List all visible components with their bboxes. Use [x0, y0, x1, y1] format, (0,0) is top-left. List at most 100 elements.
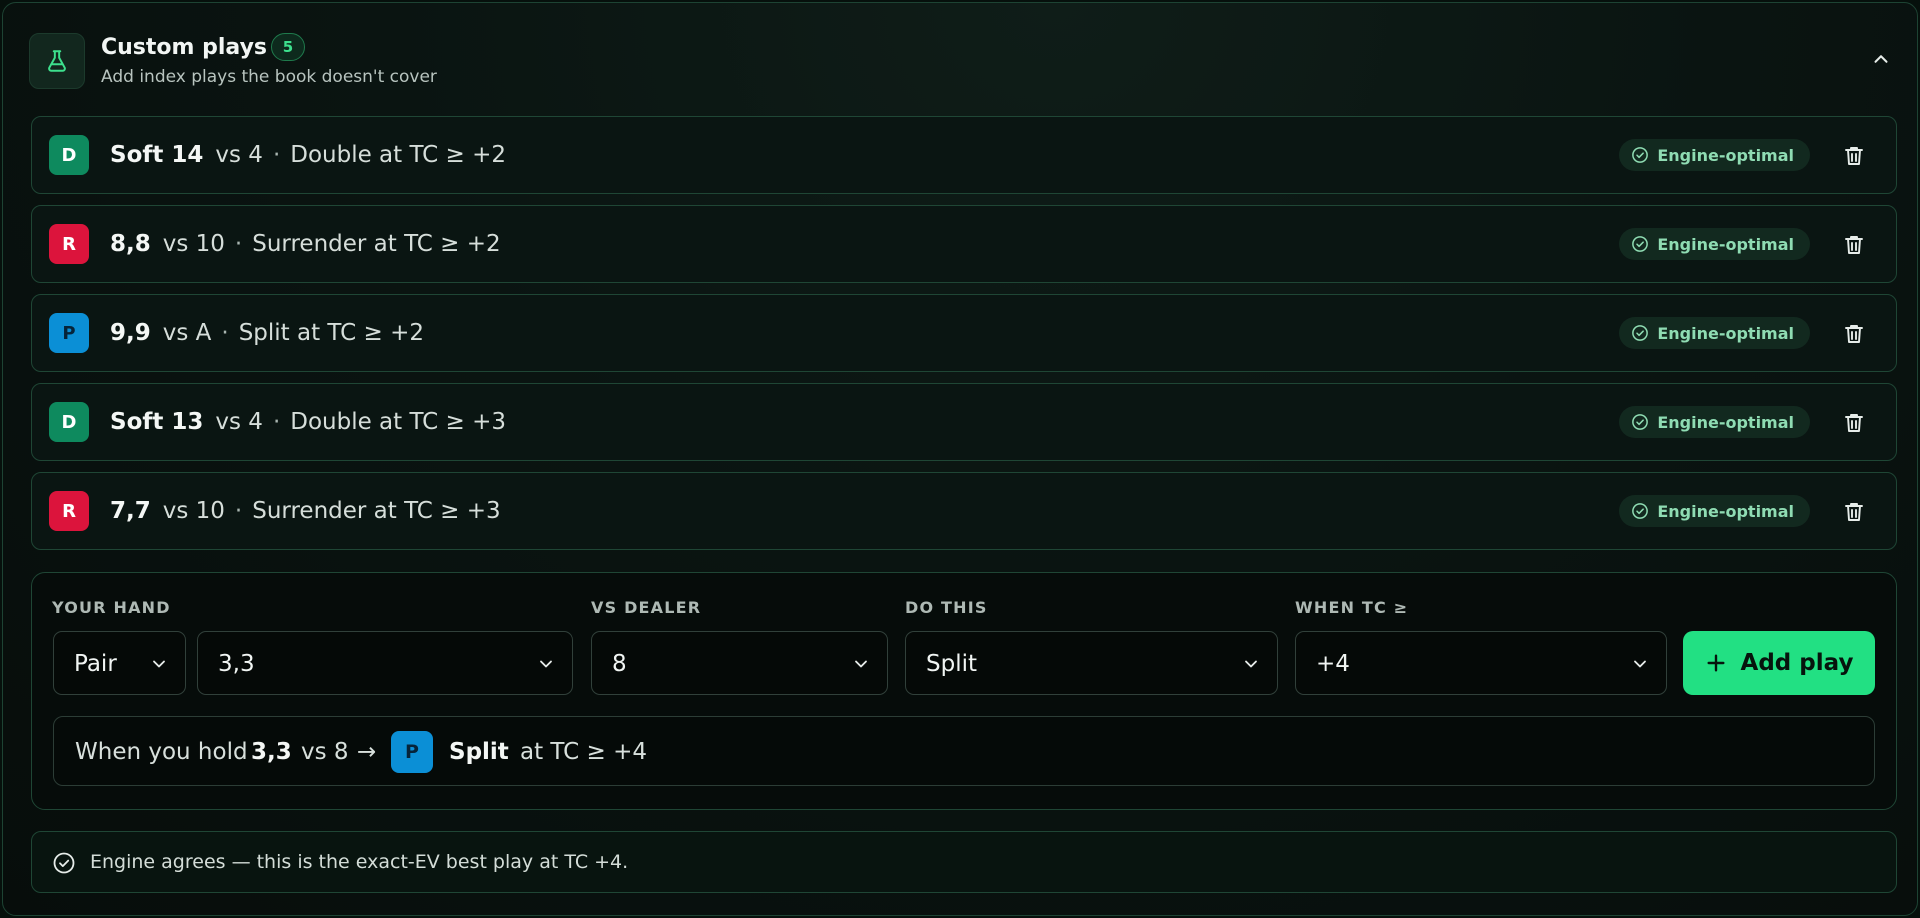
preview-prefix: When you hold [75, 739, 248, 765]
add-play-label: Add play [1740, 650, 1854, 676]
play-row: R 7,7 vs 10 · Surrender at TC ≥ +3 Engine-opt… [31, 472, 1897, 550]
play-rule: Double at TC ≥ +2 [290, 142, 507, 168]
play-preview: When you hold 3,3 vs 8 → P Split at TC ≥… [53, 716, 1875, 786]
preview-action: Split [449, 739, 509, 765]
play-rule: Split at TC ≥ +2 [238, 320, 424, 346]
play-description: 9,9 vs A · Split at TC ≥ +2 [110, 320, 424, 346]
action-badge-split: P [49, 313, 89, 353]
action-badge-double: D [49, 135, 89, 175]
play-vs-dealer: vs 10 [162, 231, 225, 257]
tc-select[interactable]: +4 [1295, 631, 1667, 695]
play-description: 7,7 vs 10 · Surrender at TC ≥ +3 [110, 498, 501, 524]
trash-icon [1845, 325, 1863, 343]
panel-subtitle: Add index plays the book doesn't cover [101, 67, 437, 87]
play-vs-dealer: vs 4 [215, 142, 263, 168]
plus-icon [1707, 654, 1725, 672]
add-play-form: YOUR HAND VS DEALER DO THIS WHEN TC ≥ Pa… [31, 572, 1897, 810]
engine-optimal-label: Engine-optimal [1657, 323, 1794, 343]
tc-value: +4 [1316, 651, 1350, 677]
check-circle-icon [1632, 325, 1649, 341]
engine-optimal-badge: Engine-optimal [1619, 406, 1810, 438]
trash-icon [1845, 236, 1863, 254]
chevron-down-icon [540, 660, 552, 668]
play-description: Soft 13 vs 4 · Double at TC ≥ +3 [110, 409, 506, 435]
play-rule: Surrender at TC ≥ +3 [252, 498, 501, 524]
play-description: 8,8 vs 10 · Surrender at TC ≥ +2 [110, 231, 501, 257]
play-hand: Soft 14 [110, 142, 204, 168]
chevron-down-icon [153, 660, 165, 668]
engine-optimal-badge: Engine-optimal [1619, 495, 1810, 527]
panel-title: Custom plays [101, 35, 268, 60]
engine-optimal-label: Engine-optimal [1657, 234, 1794, 254]
play-row: D Soft 13 vs 4 · Double at TC ≥ +3 Engine-opt… [31, 383, 1897, 461]
play-vs-dealer: vs 4 [215, 409, 263, 435]
hand-value-select[interactable]: 3,3 [197, 631, 573, 695]
play-vs-dealer: vs 10 [162, 498, 225, 524]
do-this-label: DO THIS [905, 598, 988, 617]
engine-optimal-badge: Engine-optimal [1619, 228, 1810, 260]
play-vs-dealer: vs A [162, 320, 212, 346]
action-badge-surrender: R [49, 491, 89, 531]
separator-dot: · [234, 231, 243, 257]
delete-play-button[interactable] [1840, 231, 1868, 259]
check-circle-icon [1632, 414, 1649, 430]
collapse-button[interactable] [1867, 45, 1895, 73]
hand-type-select[interactable]: Pair [53, 631, 186, 695]
delete-play-button[interactable] [1840, 498, 1868, 526]
chevron-up-icon [1874, 55, 1888, 63]
engine-status-bar: Engine agrees — this is the exact-EV bes… [31, 831, 1897, 893]
action-badge-double: D [49, 402, 89, 442]
check-circle-icon [53, 852, 75, 874]
preview-action-badge: P [391, 731, 433, 773]
preview-hand: 3,3 [251, 739, 292, 765]
engine-optimal-label: Engine-optimal [1657, 145, 1794, 165]
delete-play-button[interactable] [1840, 320, 1868, 348]
action-select[interactable]: Split [905, 631, 1278, 695]
play-rule: Double at TC ≥ +3 [290, 409, 507, 435]
check-circle-icon [1632, 147, 1649, 163]
separator-dot: · [272, 409, 281, 435]
your-hand-label: YOUR HAND [52, 598, 171, 617]
play-row: P 9,9 vs A · Split at TC ≥ +2 Engine-optimal [31, 294, 1897, 372]
when-tc-label: WHEN TC ≥ [1295, 598, 1409, 617]
separator-dot: · [234, 498, 243, 524]
engine-optimal-label: Engine-optimal [1657, 412, 1794, 432]
dealer-select[interactable]: 8 [591, 631, 888, 695]
play-rule: Surrender at TC ≥ +2 [252, 231, 501, 257]
chevron-down-icon [855, 660, 867, 668]
add-play-button[interactable]: Add play [1683, 631, 1875, 695]
dealer-value: 8 [612, 651, 627, 677]
engine-optimal-badge: Engine-optimal [1619, 139, 1810, 171]
delete-play-button[interactable] [1840, 142, 1868, 170]
flask-icon [29, 33, 85, 89]
engine-optimal-label: Engine-optimal [1657, 501, 1794, 521]
separator-dot: · [221, 320, 229, 346]
play-hand: 7,7 [110, 498, 151, 524]
play-description: Soft 14 vs 4 · Double at TC ≥ +2 [110, 142, 506, 168]
hand-type-value: Pair [74, 651, 117, 677]
play-row: D Soft 14 vs 4 · Double at TC ≥ +2 Engine-opt… [31, 116, 1897, 194]
separator-dot: · [272, 142, 281, 168]
action-badge-surrender: R [49, 224, 89, 264]
play-hand: Soft 13 [110, 409, 204, 435]
play-row: R 8,8 vs 10 · Surrender at TC ≥ +2 Engine-opt… [31, 205, 1897, 283]
chevron-down-icon [1245, 660, 1257, 668]
engine-optimal-badge: Engine-optimal [1619, 317, 1810, 349]
delete-play-button[interactable] [1840, 409, 1868, 437]
preview-suffix: at TC ≥ +4 [520, 739, 647, 765]
panel-header: Custom plays 5 Add index plays the book … [29, 31, 1895, 91]
trash-icon [1845, 503, 1863, 521]
play-hand: 8,8 [110, 231, 151, 257]
check-circle-icon [1632, 236, 1649, 252]
plays-count-badge: 5 [271, 33, 305, 61]
plays-list: D Soft 14 vs 4 · Double at TC ≥ +2 Engine-opt… [31, 116, 1897, 561]
vs-dealer-label: VS DEALER [591, 598, 702, 617]
trash-icon [1845, 414, 1863, 432]
custom-plays-panel: Custom plays 5 Add index plays the book … [2, 2, 1918, 916]
preview-vs: vs 8 [301, 739, 349, 765]
engine-status-text: Engine agrees — this is the exact-EV bes… [90, 851, 629, 873]
trash-icon [1845, 147, 1863, 165]
check-circle-icon [1632, 503, 1649, 519]
preview-arrow: → [357, 739, 377, 765]
chevron-down-icon [1634, 660, 1646, 668]
